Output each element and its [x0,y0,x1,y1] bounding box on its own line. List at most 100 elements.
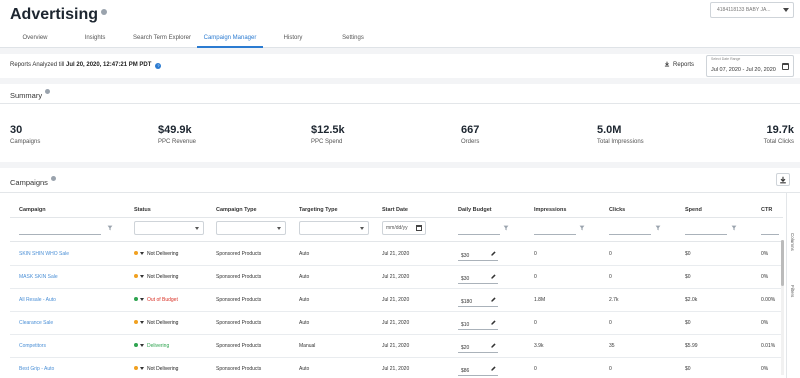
col-campaign-type[interactable]: Campaign Type [216,207,257,213]
download-icon [780,176,786,184]
spend-cell: $5.99 [685,343,698,349]
status-cell[interactable]: Not Delivering [134,320,178,326]
start-date-filter[interactable]: mm/dd/yy [382,221,426,235]
chevron-down-icon[interactable] [140,252,144,255]
col-targeting-type[interactable]: Targeting Type [299,207,338,213]
budget-filter-input[interactable] [458,223,500,235]
tab-campaign-manager[interactable]: Campaign Manager [197,28,263,48]
chevron-down-icon[interactable] [140,367,144,370]
info-icon[interactable] [50,176,56,181]
daily-budget-field[interactable]: $30 [458,247,498,261]
scrollbar-thumb[interactable] [781,240,784,286]
col-clicks[interactable]: Clicks [609,207,625,213]
info-icon[interactable] [45,89,51,94]
campaign-name-link[interactable]: Competitors [19,343,46,349]
filter-icon[interactable] [655,225,661,231]
targeting-type-cell: Manual [299,343,316,349]
chevron-down-icon[interactable] [140,275,144,278]
table-row[interactable]: Competitors Delivering Sponsored Products M… [10,335,783,358]
status-cell[interactable]: Out of Budget [134,297,178,303]
col-impressions[interactable]: Impressions [534,207,566,213]
chevron-down-icon [277,227,281,230]
tab-search-term-explorer[interactable]: Search Term Explorer [128,28,196,48]
spend-cell: $0 [685,251,691,257]
status-filter-select[interactable] [134,221,204,235]
calendar-icon[interactable] [416,225,422,231]
edit-pencil-icon[interactable] [490,273,497,280]
filter-icon[interactable] [579,225,585,231]
budget-value: $20 [461,345,470,351]
clicks-filter-input[interactable] [609,223,651,235]
status-cell[interactable]: Delivering [134,343,169,349]
spend-filter-input[interactable] [685,223,727,235]
daily-budget-field[interactable]: $10 [458,316,498,330]
daily-budget-field[interactable]: $20 [458,339,498,353]
date-range-picker[interactable]: Select Date Range Jul 07, 2020 - Jul 20,… [706,55,794,77]
table-row[interactable]: MASK SKIN Sale Not Delivering Sponsored Pr… [10,266,783,289]
col-start-date[interactable]: Start Date [382,207,408,213]
table-row[interactable]: All Resale - Auto Out of Budget Sponsored … [10,289,783,312]
table-row[interactable]: SKIN SHIN WHO Sale Not Delivering Sponsore… [10,243,783,266]
help-icon[interactable]: ? [155,63,162,69]
status-cell[interactable]: Not Delivering [134,274,178,280]
campaign-name-link[interactable]: MASK SKIN Sale [19,274,58,280]
ctr-filter-input[interactable] [761,223,779,235]
impressions-filter-input[interactable] [534,223,576,235]
summary-title: Summary [10,89,51,100]
tab-overview[interactable]: Overview [10,28,60,48]
edit-pencil-icon[interactable] [490,319,497,326]
edit-pencil-icon[interactable] [490,342,497,349]
targeting-type-filter-select[interactable] [299,221,369,235]
chevron-down-icon[interactable] [140,321,144,324]
edit-pencil-icon[interactable] [490,250,497,257]
chevron-down-icon[interactable] [140,344,144,347]
targeting-type-cell: Auto [299,274,310,280]
filter-icon[interactable] [107,225,113,231]
col-spend[interactable]: Spend [685,207,702,213]
report-bar: Reports Analyzed till Jul 20, 2020, 12:4… [0,54,800,78]
tab-settings[interactable]: Settings [330,28,376,48]
chevron-down-icon [783,8,789,12]
columns-panel-toggle[interactable]: Columns [790,233,795,251]
report-status: Reports Analyzed till Jul 20, 2020, 12:4… [10,62,162,69]
filter-icon[interactable] [731,225,737,231]
reports-button[interactable]: Reports [664,61,694,68]
col-ctr[interactable]: CTR [761,207,772,213]
col-campaign[interactable]: Campaign [19,207,46,213]
campaign-name-link[interactable]: Best Grip - Auto [19,366,54,372]
campaign-name-link[interactable]: Clearance Sale [19,320,53,326]
status-cell[interactable]: Not Delivering [134,366,178,372]
campaigns-download-button[interactable] [776,173,790,186]
daily-budget-field[interactable]: $86 [458,362,498,376]
edit-pencil-icon[interactable] [490,296,497,303]
campaign-name-link[interactable]: SKIN SHIN WHO Sale [19,251,69,257]
date-placeholder: mm/dd/yy [386,225,408,231]
tab-insights[interactable]: Insights [72,28,118,48]
tab-history[interactable]: History [270,28,316,48]
status-cell[interactable]: Not Delivering [134,251,178,257]
chevron-down-icon [195,227,199,230]
summary-stats: 30 Campaigns $49.9k PPC Revenue $12.5k PPC … [0,104,800,162]
info-icon[interactable] [101,9,108,15]
filters-panel-toggle[interactable]: Filters [790,285,795,297]
col-daily-budget[interactable]: Daily Budget [458,207,492,213]
status-dot-icon [134,366,138,370]
stat-campaigns: 30 Campaigns [10,124,41,145]
campaign-filter-input[interactable] [19,223,101,235]
table-row[interactable]: Best Grip - Auto Not Delivering Sponsored … [10,358,783,378]
campaign-name-link[interactable]: All Resale - Auto [19,297,56,303]
col-status[interactable]: Status [134,207,151,213]
filter-divider [10,241,783,242]
calendar-icon[interactable] [782,63,789,70]
campaign-type-cell: Sponsored Products [216,320,262,326]
campaigns-title: Campaigns [10,176,56,187]
chevron-down-icon[interactable] [140,298,144,301]
table-row[interactable]: Clearance Sale Not Delivering Sponsored Pr… [10,312,783,335]
edit-pencil-icon[interactable] [490,365,497,372]
filter-icon[interactable] [503,225,509,231]
status-text: Not Delivering [147,366,179,372]
account-select[interactable]: 4184118133 BABY JA... [710,2,794,18]
daily-budget-field[interactable]: $30 [458,270,498,284]
daily-budget-field[interactable]: $180 [458,293,498,307]
campaign-type-filter-select[interactable] [216,221,286,235]
